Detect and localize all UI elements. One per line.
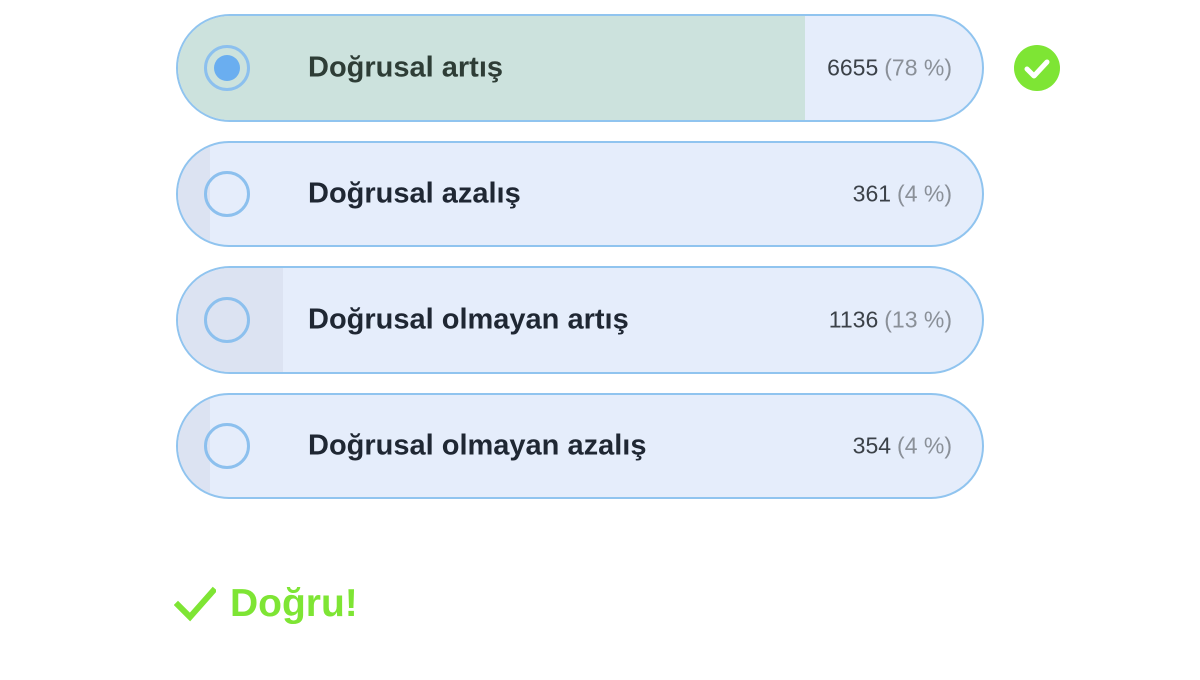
answer-label: Doğrusal olmayan artış: [308, 303, 629, 336]
vote-stats: 361 (4 %): [853, 181, 952, 208]
answer-option-3[interactable]: Doğrusal olmayan artış 1136 (13 %): [176, 266, 984, 374]
answer-label: Doğrusal olmayan azalış: [308, 429, 647, 462]
checkmark-icon: [174, 586, 216, 622]
answer-option-2[interactable]: Doğrusal azalış 361 (4 %): [176, 141, 984, 247]
vote-percent: (13 %): [884, 306, 952, 333]
vote-percent: (4 %): [897, 180, 952, 207]
vote-count: 6655: [827, 54, 879, 81]
answer-option-1[interactable]: Doğrusal artış 6655 (78 %): [176, 14, 984, 122]
vote-percent: (78 %): [884, 54, 952, 81]
radio-button-selected[interactable]: [204, 45, 250, 91]
vote-count: 1136: [828, 306, 879, 333]
vote-percent: (4 %): [897, 432, 952, 459]
vote-stats: 6655 (78 %): [827, 55, 952, 82]
answer-option-4[interactable]: Doğrusal olmayan azalış 354 (4 %): [176, 393, 984, 499]
result-text: Doğru!: [230, 582, 358, 625]
vote-stats: 354 (4 %): [853, 433, 952, 460]
vote-count: 354: [852, 432, 892, 459]
radio-button[interactable]: [204, 423, 250, 469]
vote-stats: 1136 (13 %): [829, 307, 952, 334]
vote-count: 361: [852, 180, 892, 207]
answer-label: Doğrusal artış: [308, 51, 503, 84]
check-circle-icon: [1014, 45, 1060, 91]
result-message: Doğru!: [174, 580, 358, 628]
radio-button[interactable]: [204, 171, 250, 217]
answer-label: Doğrusal azalış: [308, 177, 521, 210]
radio-button[interactable]: [204, 297, 250, 343]
answer-options: Doğrusal artış 6655 (78 %) Doğrusal azalı…: [176, 14, 984, 518]
